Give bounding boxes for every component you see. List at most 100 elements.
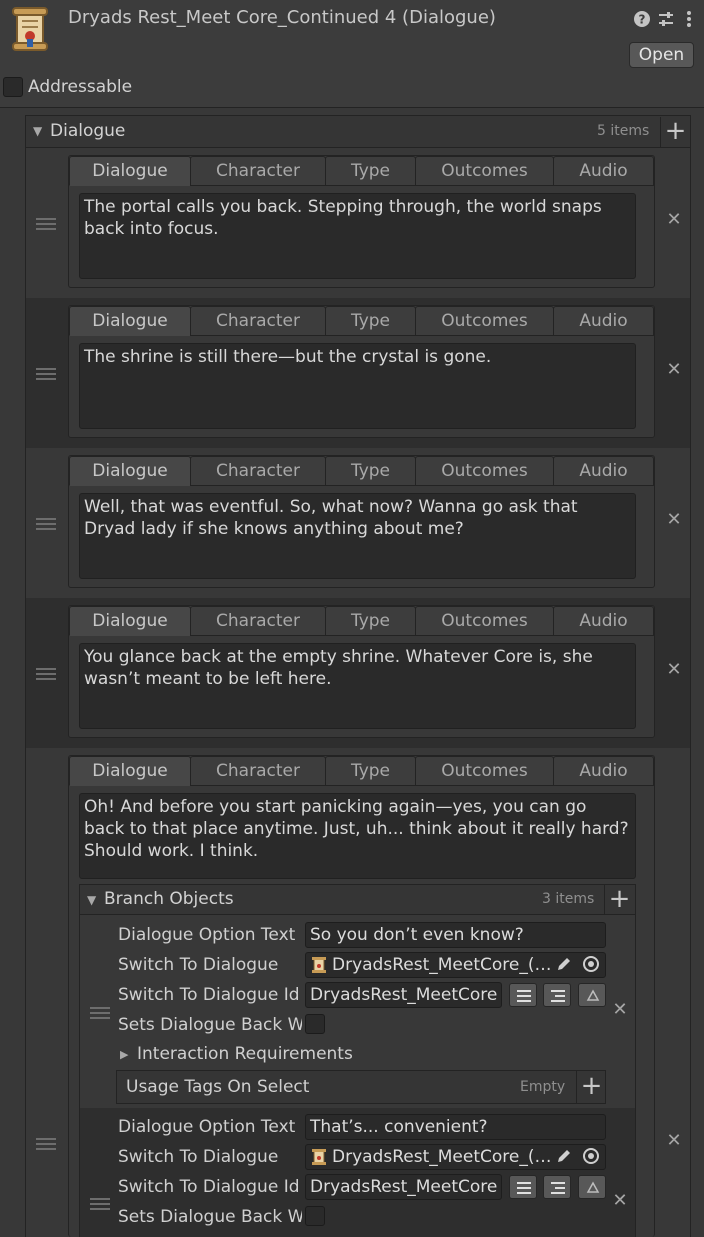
dialogue-option-text-label: Dialogue Option Text: [118, 925, 296, 945]
switch-to-dialogue-id-label: Switch To Dialogue Id: [118, 985, 300, 1005]
tab-dialogue[interactable]: Dialogue: [69, 606, 191, 636]
foldout-arrow-icon[interactable]: ▼: [33, 124, 42, 138]
list-view-button[interactable]: [509, 1175, 537, 1199]
settings-sliders-icon[interactable]: [657, 10, 675, 28]
dialogue-text-field[interactable]: Well, that was eventful. So, what now? W…: [79, 493, 636, 579]
drag-handle-icon[interactable]: [36, 218, 56, 230]
tab-type[interactable]: Type: [325, 156, 416, 186]
entry-tabs: Dialogue Character Type Outcomes Audio: [69, 456, 654, 486]
scroll-asset-icon: [310, 956, 328, 974]
tab-outcomes[interactable]: Outcomes: [415, 306, 554, 336]
kebab-menu-icon[interactable]: [682, 10, 696, 28]
dialogue-option-text-field[interactable]: That’s... convenient?: [305, 1114, 606, 1140]
drag-handle-icon[interactable]: [36, 518, 56, 530]
switch-to-dialogue-id-field[interactable]: DryadsRest_MeetCore: [305, 982, 502, 1008]
warning-button[interactable]: [578, 1175, 606, 1199]
indent-list-button[interactable]: [543, 983, 571, 1007]
tab-character[interactable]: Character: [190, 306, 326, 336]
add-dialogue-button[interactable]: +: [660, 117, 690, 147]
usage-tags-label: Usage Tags On Select: [126, 1077, 310, 1097]
switch-to-dialogue-label: Switch To Dialogue: [118, 1147, 279, 1167]
asset-title: Dryads Rest_Meet Core_Continued 4 (Dialo…: [68, 7, 496, 28]
tab-audio[interactable]: Audio: [553, 306, 654, 336]
entry-tabs: Dialogue Character Type Outcomes Audio: [69, 606, 654, 636]
scroll-asset-icon: [8, 6, 50, 54]
drag-handle-icon[interactable]: [36, 1138, 56, 1150]
sets-dialogue-back-checkbox[interactable]: [305, 1014, 325, 1034]
remove-item-icon[interactable]: ✕: [665, 361, 683, 379]
indent-list-button[interactable]: [543, 1175, 571, 1199]
drag-handle-icon[interactable]: [90, 1007, 110, 1019]
sets-dialogue-back-label: Sets Dialogue Back W: [118, 1015, 302, 1035]
tab-character[interactable]: Character: [190, 756, 326, 786]
dialogue-option-text-field[interactable]: So you don’t even know?: [305, 922, 606, 948]
add-usage-tag-button[interactable]: +: [576, 1071, 606, 1103]
tab-audio[interactable]: Audio: [553, 756, 654, 786]
tab-audio[interactable]: Audio: [553, 606, 654, 636]
tab-type[interactable]: Type: [325, 756, 416, 786]
switch-to-dialogue-id-field[interactable]: DryadsRest_MeetCore: [305, 1174, 502, 1200]
remove-item-icon[interactable]: ✕: [665, 1132, 683, 1150]
dialogue-option-text-label: Dialogue Option Text: [118, 1117, 296, 1137]
tab-type[interactable]: Type: [325, 456, 416, 486]
foldout-arrow-icon[interactable]: ▶: [120, 1048, 128, 1061]
addressable-label: Addressable: [28, 77, 133, 97]
inspector-header: Dryads Rest_Meet Core_Continued 4 (Dialo…: [0, 0, 704, 108]
sets-dialogue-back-checkbox[interactable]: [305, 1206, 325, 1226]
tab-outcomes[interactable]: Outcomes: [415, 606, 554, 636]
entry-tabs: Dialogue Character Type Outcomes Audio: [69, 306, 654, 336]
dialogue-list-title: Dialogue: [50, 121, 126, 141]
remove-item-icon[interactable]: ✕: [665, 211, 683, 229]
sets-dialogue-back-label: Sets Dialogue Back W: [118, 1207, 302, 1227]
edit-pencil-icon[interactable]: [555, 1147, 573, 1165]
tab-character[interactable]: Character: [190, 156, 326, 186]
drag-handle-icon[interactable]: [36, 668, 56, 680]
tab-dialogue[interactable]: Dialogue: [69, 306, 191, 336]
add-branch-button[interactable]: +: [604, 885, 634, 915]
remove-branch-icon[interactable]: ✕: [611, 1192, 629, 1210]
tab-outcomes[interactable]: Outcomes: [415, 756, 554, 786]
list-view-button[interactable]: [509, 983, 537, 1007]
tab-character[interactable]: Character: [190, 606, 326, 636]
dialogue-text-field[interactable]: The shrine is still there—but the crysta…: [79, 343, 636, 429]
edit-pencil-icon[interactable]: [555, 955, 573, 973]
object-picker-icon[interactable]: [582, 955, 600, 973]
tab-type[interactable]: Type: [325, 606, 416, 636]
entry-tabs: Dialogue Character Type Outcomes Audio: [69, 156, 654, 186]
scroll-asset-icon: [310, 1148, 328, 1166]
branch-item-count: 3 items: [542, 891, 595, 907]
entry-tabs: Dialogue Character Type Outcomes Audio: [69, 756, 654, 786]
dialogue-item-count: 5 items: [597, 123, 650, 139]
addressable-checkbox[interactable]: [3, 77, 23, 97]
switch-to-dialogue-value: DryadsRest_MeetCore_(…: [332, 1147, 552, 1167]
warning-button[interactable]: [578, 983, 606, 1007]
switch-to-dialogue-value: DryadsRest_MeetCore_(…: [332, 955, 552, 975]
remove-branch-icon[interactable]: ✕: [611, 1001, 629, 1019]
tab-outcomes[interactable]: Outcomes: [415, 156, 554, 186]
tab-audio[interactable]: Audio: [553, 156, 654, 186]
dialogue-text-field[interactable]: The portal calls you back. Stepping thro…: [79, 193, 636, 279]
remove-item-icon[interactable]: ✕: [665, 511, 683, 529]
interaction-requirements-label[interactable]: Interaction Requirements: [137, 1044, 397, 1064]
drag-handle-icon[interactable]: [36, 368, 56, 380]
tab-outcomes[interactable]: Outcomes: [415, 456, 554, 486]
tab-dialogue[interactable]: Dialogue: [69, 156, 191, 186]
drag-handle-icon[interactable]: [90, 1198, 110, 1210]
object-picker-icon[interactable]: [582, 1147, 600, 1165]
tab-type[interactable]: Type: [325, 306, 416, 336]
usage-tags-empty: Empty: [520, 1079, 566, 1095]
tab-dialogue[interactable]: Dialogue: [69, 456, 191, 486]
open-button[interactable]: Open: [629, 42, 694, 68]
help-icon[interactable]: ?: [633, 10, 651, 28]
dialogue-text-field[interactable]: Oh! And before you start panicking again…: [79, 793, 636, 879]
tab-dialogue[interactable]: Dialogue: [69, 756, 191, 786]
branch-objects-title: Branch Objects: [104, 889, 234, 909]
dialogue-list-header[interactable]: [26, 116, 690, 148]
remove-item-icon[interactable]: ✕: [665, 661, 683, 679]
switch-to-dialogue-label: Switch To Dialogue: [118, 955, 279, 975]
tab-audio[interactable]: Audio: [553, 456, 654, 486]
foldout-arrow-icon[interactable]: ▼: [87, 893, 96, 907]
dialogue-text-field[interactable]: You glance back at the empty shrine. Wha…: [79, 643, 636, 729]
svg-text:?: ?: [639, 13, 646, 27]
tab-character[interactable]: Character: [190, 456, 326, 486]
